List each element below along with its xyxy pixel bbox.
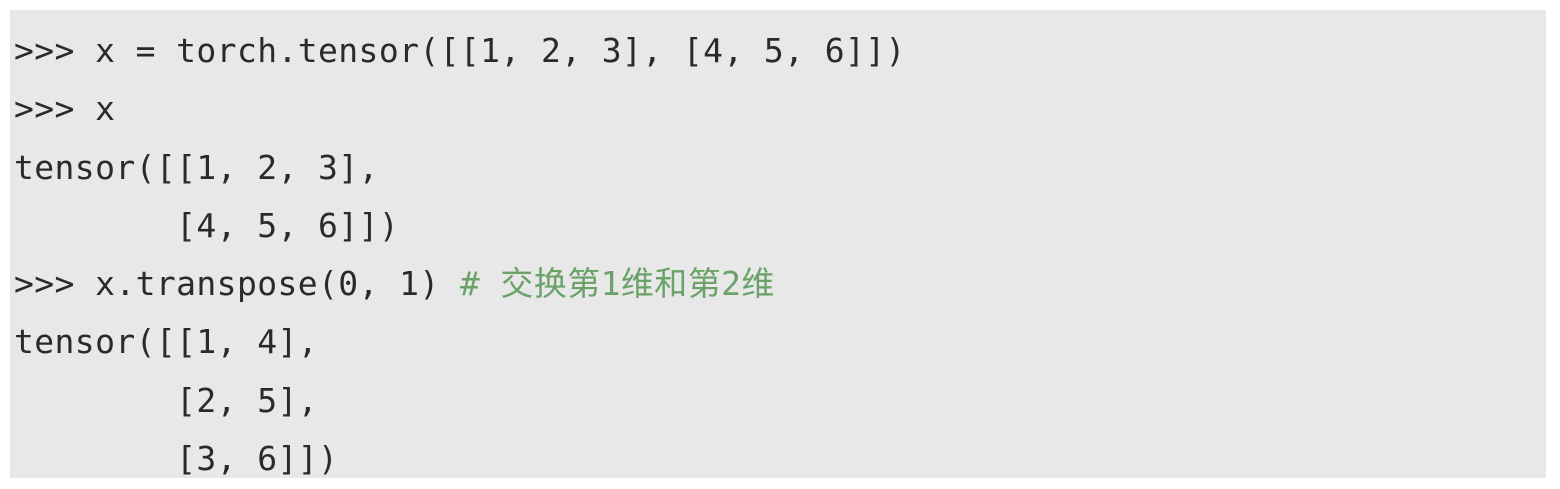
code-text: >>> x [14, 89, 116, 129]
code-text: >>> x = torch.tensor([[1, 2, 3], [4, 5, … [14, 31, 906, 70]
code-line-7: [2, 5], [14, 372, 1546, 430]
code-text: [4, 5, 6]]) [14, 205, 400, 245]
code-line-2: >>> x [14, 80, 1546, 138]
code-block: >>> x = torch.tensor([[1, 2, 3], [4, 5, … [10, 10, 1546, 478]
code-line-8: [3, 6]]) [14, 430, 1546, 488]
code-text: tensor([[1, 4], [14, 322, 319, 362]
code-line-6: tensor([[1, 4], [14, 313, 1546, 371]
code-line-5: >>> x.transpose(0, 1) # 交换第1维和第2维 [14, 255, 1546, 313]
code-text: tensor([[1, 2, 3], [14, 147, 379, 187]
code-line-4: [4, 5, 6]]) [14, 197, 1546, 255]
code-text: >>> x.transpose(0, 1) [14, 264, 460, 304]
code-comment: # 交换第1维和第2维 [459, 264, 775, 304]
code-text: [2, 5], [14, 380, 319, 420]
code-line-1: >>> x = torch.tensor([[1, 2, 3], [4, 5, … [14, 22, 1546, 80]
code-line-3: tensor([[1, 2, 3], [14, 139, 1546, 197]
code-text: [3, 6]]) [14, 439, 339, 479]
